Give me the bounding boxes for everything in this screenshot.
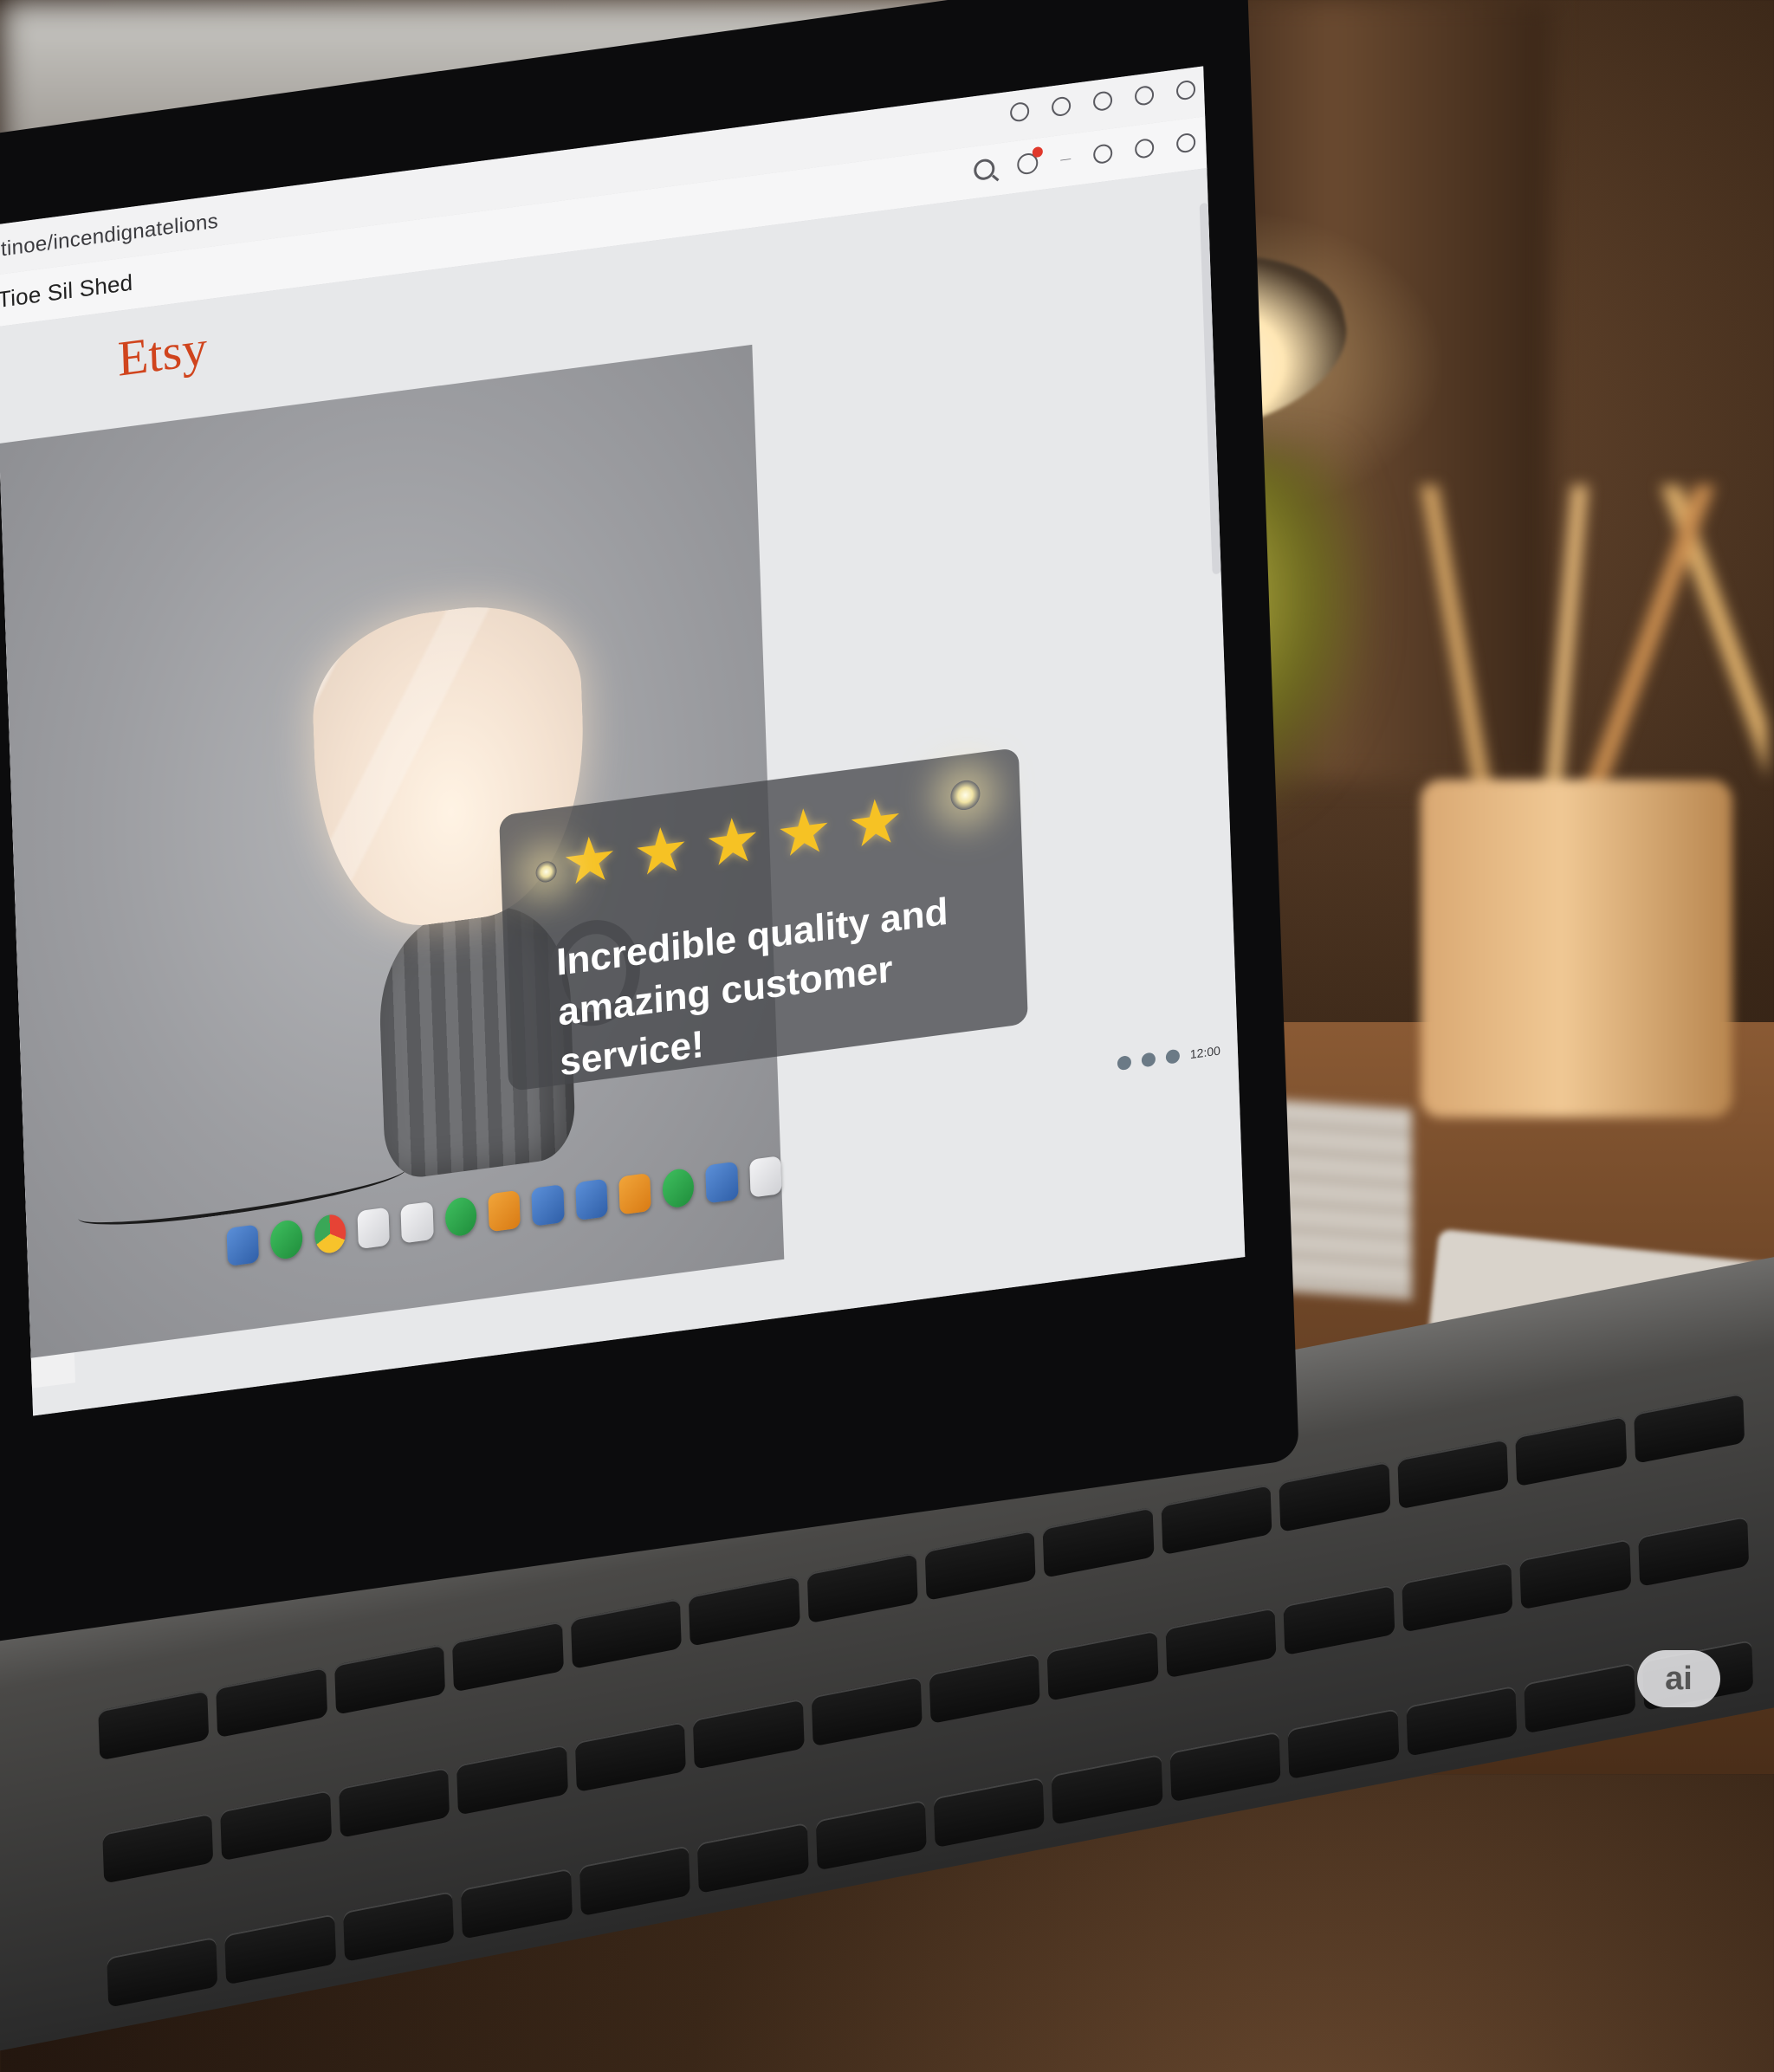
key: [1402, 1561, 1513, 1633]
etsy-logo[interactable]: Etsy: [117, 319, 208, 388]
key: [1047, 1629, 1159, 1702]
app-icon[interactable]: [444, 1195, 477, 1238]
key: [574, 1721, 687, 1793]
app-icon[interactable]: [618, 1172, 651, 1215]
chrome-icon[interactable]: [314, 1213, 346, 1255]
key: [342, 1890, 455, 1962]
key: [1637, 1516, 1750, 1588]
app-icon[interactable]: [662, 1167, 696, 1209]
app-icon[interactable]: [400, 1201, 434, 1244]
app-icon[interactable]: [574, 1178, 608, 1221]
page-content: Etsy ★ ★ ★ ★ ★ Incredible quality and am…: [0, 167, 1246, 1416]
key: [1052, 1753, 1163, 1825]
key: [933, 1776, 1046, 1848]
notification-badge: [1032, 146, 1044, 159]
key: [456, 1744, 568, 1816]
key: [1165, 1607, 1277, 1679]
star-icon: ★: [560, 822, 619, 899]
sparkle-icon: [949, 778, 981, 813]
key: [224, 1913, 336, 1985]
tray-icon[interactable]: [1165, 1048, 1181, 1065]
pencils: [1386, 485, 1767, 797]
app-icon[interactable]: [748, 1156, 782, 1198]
pencil-cup: [1421, 780, 1732, 1117]
notification-icon[interactable]: [1016, 146, 1044, 176]
key: [107, 1936, 218, 2008]
ai-badge: ai: [1637, 1650, 1720, 1707]
tray-icon[interactable]: [1117, 1055, 1132, 1072]
star-rating: ★ ★ ★ ★ ★: [560, 785, 905, 899]
key: [1524, 1662, 1635, 1734]
key: [815, 1799, 927, 1871]
bookmark-icon[interactable]: [1134, 84, 1155, 107]
key: [220, 1790, 332, 1862]
app-icon[interactable]: [531, 1184, 565, 1227]
calendar-icon[interactable]: [357, 1207, 391, 1250]
star-icon: ★: [845, 785, 905, 862]
key: [338, 1767, 450, 1839]
header-small-label[interactable]: —: [1060, 152, 1071, 166]
key: [102, 1812, 214, 1884]
key: [696, 1822, 809, 1894]
key: [461, 1868, 573, 1939]
account-icon[interactable]: [1134, 137, 1155, 159]
profile-icon[interactable]: [1051, 95, 1072, 118]
key: [1287, 1707, 1400, 1779]
folder-icon[interactable]: [488, 1189, 521, 1233]
tab-title[interactable]: Tioe Sil Shed: [0, 269, 133, 314]
key: [811, 1675, 923, 1747]
menu-icon[interactable]: [1175, 79, 1196, 101]
key: [1519, 1538, 1631, 1610]
key: [692, 1699, 805, 1771]
key: [1406, 1685, 1518, 1757]
finder-icon[interactable]: [226, 1224, 260, 1266]
star-icon: ★: [702, 804, 762, 881]
tray-icon[interactable]: [1141, 1052, 1156, 1068]
review-text: Incredible quality and amazing customer …: [555, 879, 1011, 1088]
star-icon: ★: [774, 794, 833, 871]
key: [1169, 1731, 1281, 1803]
key: [579, 1844, 691, 1916]
star-icon: ★: [631, 813, 690, 890]
laptop-screen: tinoe/incendignatelions Tioe Sil Shed — …: [0, 66, 1246, 1416]
cart-icon[interactable]: [1175, 132, 1196, 154]
app-icon[interactable]: [705, 1161, 739, 1204]
sparkle-icon: [535, 859, 558, 884]
favorites-icon[interactable]: [1092, 143, 1113, 165]
search-icon[interactable]: [973, 158, 995, 182]
extension-icon[interactable]: [1009, 100, 1030, 123]
app-green-icon[interactable]: [269, 1218, 303, 1261]
key: [929, 1653, 1041, 1725]
key: [1283, 1584, 1395, 1656]
settings-icon[interactable]: [1092, 90, 1113, 113]
